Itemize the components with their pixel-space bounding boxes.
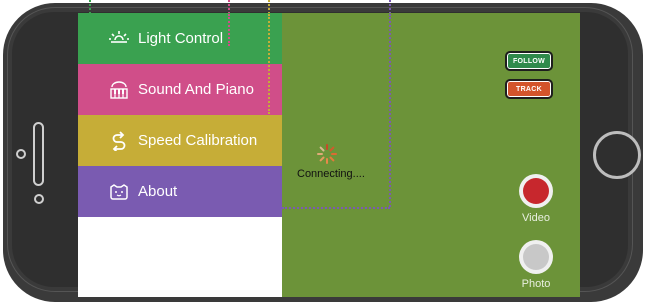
video-record-button[interactable] bbox=[519, 174, 553, 208]
follow-button[interactable]: FOLLOW bbox=[505, 51, 553, 71]
menu-item-label: Speed Calibration bbox=[138, 132, 258, 149]
guide-line-pink-lower bbox=[228, 14, 230, 46]
guide-line-purple bbox=[389, 0, 391, 14]
camera-dot bbox=[34, 194, 44, 204]
menu-item-sound-and-piano[interactable]: Sound And Piano bbox=[78, 64, 282, 115]
connecting-status: Connecting.... bbox=[297, 168, 365, 180]
guide-line-pink bbox=[228, 0, 230, 14]
record-icon bbox=[523, 178, 549, 204]
speed-calibration-icon bbox=[108, 131, 130, 151]
about-face-icon bbox=[108, 182, 130, 202]
guide-line-purple-lower bbox=[389, 14, 391, 207]
photo-label: Photo bbox=[521, 278, 551, 290]
video-label: Video bbox=[522, 212, 550, 224]
menu-item-speed-calibration[interactable]: Speed Calibration bbox=[78, 115, 282, 166]
menu-item-light-control[interactable]: Light Control bbox=[78, 13, 282, 64]
menu-item-label: Sound And Piano bbox=[138, 81, 254, 98]
menu-item-about[interactable]: About bbox=[78, 166, 282, 217]
track-button[interactable]: TRACK bbox=[505, 79, 553, 99]
speaker-slot bbox=[33, 122, 44, 186]
side-menu: Light Control Sound And Piano Speed Cali… bbox=[78, 13, 282, 297]
piano-icon bbox=[108, 80, 130, 100]
guide-line-green bbox=[89, 0, 91, 14]
guide-line-purple-horizontal bbox=[282, 207, 390, 209]
menu-item-label: About bbox=[138, 183, 178, 200]
loading-spinner-icon bbox=[316, 143, 338, 165]
menu-item-label: Light Control bbox=[138, 30, 224, 47]
home-button[interactable] bbox=[593, 131, 641, 179]
guide-line-yellow bbox=[268, 0, 270, 14]
shutter-icon bbox=[523, 244, 549, 270]
sensor-dot bbox=[16, 149, 26, 159]
light-bulb-icon bbox=[108, 29, 130, 49]
guide-line-yellow-lower bbox=[268, 14, 270, 114]
photo-button[interactable] bbox=[519, 240, 553, 274]
